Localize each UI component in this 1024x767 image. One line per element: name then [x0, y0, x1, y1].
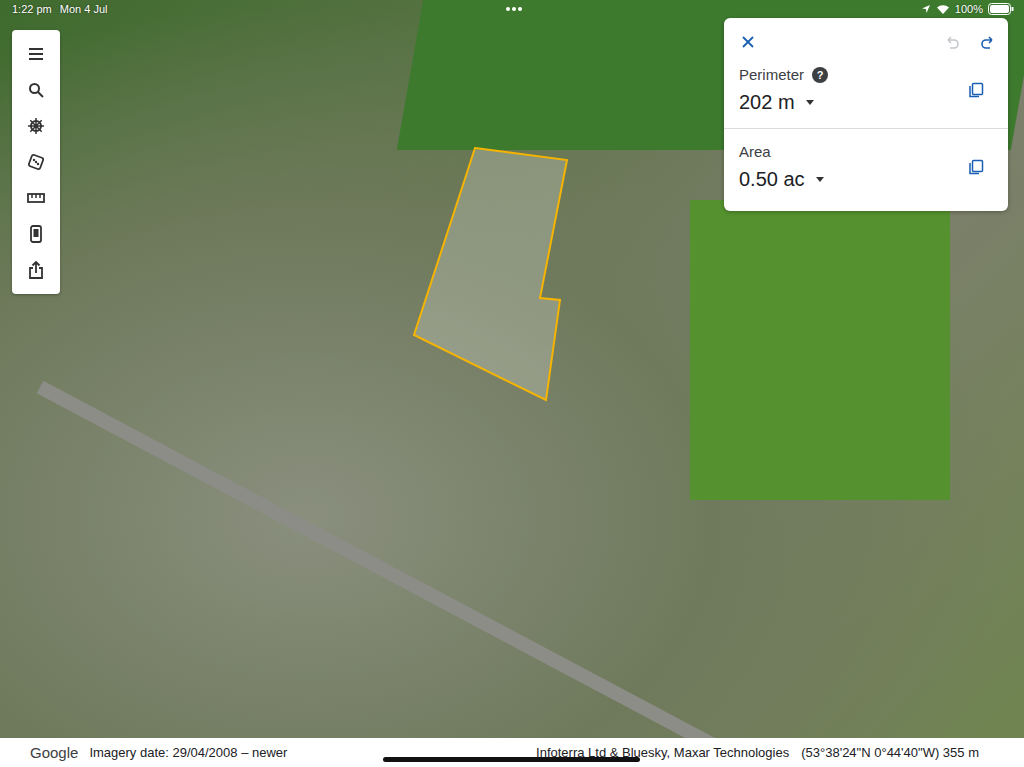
- close-button[interactable]: [738, 32, 758, 52]
- measure-value: 0.50 ac: [739, 168, 805, 191]
- measure-row: Perimeter ? 202 m: [724, 66, 1008, 114]
- status-date: Mon 4 Jul: [60, 3, 108, 15]
- footer-bar: Google Imagery date: 29/04/2008 – newer …: [0, 738, 1024, 767]
- measure-value: 202 m: [739, 91, 795, 114]
- battery-icon: [988, 3, 1014, 15]
- search-icon: [28, 82, 44, 98]
- redo-button[interactable]: [976, 31, 1000, 53]
- share-icon: [28, 261, 44, 279]
- battery-percent: 100%: [955, 3, 983, 15]
- google-logo: Google: [30, 744, 78, 761]
- undo-button[interactable]: [940, 31, 964, 53]
- divider: [724, 128, 1008, 129]
- toolbar-button[interactable]: [12, 216, 60, 252]
- location-icon: [921, 4, 931, 14]
- unit-dropdown[interactable]: 0.50 ac: [739, 168, 825, 191]
- measure-panel: Perimeter ? 202 m Area 0.50 ac: [724, 18, 1008, 211]
- measure-row: Area 0.50 ac: [724, 143, 1008, 191]
- toolbar-button[interactable]: [12, 72, 60, 108]
- phone-icon: [30, 225, 42, 243]
- toolbar-button[interactable]: [12, 180, 60, 216]
- toolbar-button[interactable]: [12, 252, 60, 288]
- toolbar: [12, 30, 60, 294]
- field-area: [690, 200, 950, 500]
- copy-button[interactable]: [964, 78, 988, 102]
- multitask-dots-icon[interactable]: [505, 6, 523, 12]
- status-time: 1:22 pm: [12, 3, 52, 15]
- copy-icon: [968, 159, 984, 175]
- help-button[interactable]: ?: [812, 67, 828, 83]
- toolbar-button[interactable]: [12, 108, 60, 144]
- polygon-shape[interactable]: [414, 148, 567, 400]
- close-icon: [742, 36, 754, 48]
- menu-icon: [28, 47, 44, 61]
- measure-label: Perimeter: [739, 66, 804, 83]
- ship-wheel-icon: [27, 117, 45, 135]
- imagery-date: Imagery date: 29/04/2008 – newer: [89, 745, 287, 760]
- undo-icon: [944, 35, 960, 49]
- dice-icon: [27, 153, 45, 171]
- dropdown-arrow-icon: [815, 177, 825, 183]
- status-bar: 1:22 pm Mon 4 Jul 100%: [0, 0, 1024, 18]
- wifi-icon: [936, 4, 950, 14]
- unit-dropdown[interactable]: 202 m: [739, 91, 815, 114]
- copy-button[interactable]: [964, 155, 988, 179]
- measure-label: Area: [739, 143, 771, 160]
- home-indicator[interactable]: [383, 757, 640, 762]
- dropdown-arrow-icon: [805, 100, 815, 106]
- coordinates: (53°38'24"N 0°44'40"W) 355 m: [801, 745, 979, 760]
- toolbar-button[interactable]: [12, 36, 60, 72]
- ruler-icon: [27, 192, 45, 204]
- screen: 1:22 pm Mon 4 Jul 100% Perimeter ? 202 m…: [0, 0, 1024, 767]
- redo-icon: [980, 35, 996, 49]
- toolbar-button[interactable]: [12, 144, 60, 180]
- copy-icon: [968, 82, 984, 98]
